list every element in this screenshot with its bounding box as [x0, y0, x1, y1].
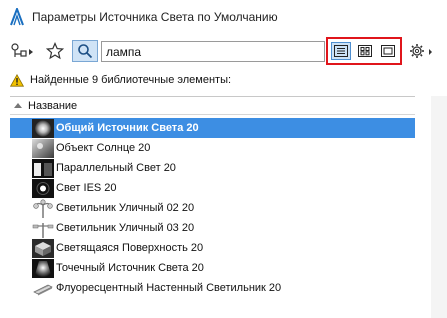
preview-view-button[interactable]: [378, 42, 398, 60]
street-lamp-03-icon: [32, 222, 54, 238]
settings-menu-button[interactable]: [405, 40, 439, 62]
icon-view-button[interactable]: [355, 42, 375, 60]
list-item[interactable]: Объект Солнце 20: [10, 138, 415, 158]
fluorescent-lamp-icon: [33, 284, 53, 295]
light-sphere-icon: [32, 118, 54, 138]
list-item-label: Светящаяся Поверхность 20: [56, 242, 204, 254]
column-header-name[interactable]: Название: [10, 97, 415, 115]
list-item-label: Точечный Источник Света 20: [56, 262, 204, 274]
hierarchy-icon: [11, 43, 33, 57]
list-item[interactable]: Светильник Уличный 02 20: [10, 198, 415, 218]
list-item[interactable]: Светящаяся Поверхность 20: [10, 238, 415, 258]
list-item[interactable]: Параллельный Свет 20: [10, 158, 415, 178]
search-input[interactable]: [101, 41, 325, 62]
list-item-label: Флуоресцентный Настенный Светильник 20: [56, 282, 282, 294]
toolbar: [0, 34, 447, 68]
list-item-label: Свет IES 20: [56, 182, 117, 194]
list-item-label: Светильник Уличный 03 20: [56, 222, 195, 234]
window-title: Параметры Источника Света по Умолчанию: [32, 10, 278, 24]
list-item[interactable]: Точечный Источник Света 20: [10, 258, 415, 278]
sort-ascending-icon: [14, 103, 22, 108]
archicad-logo-icon: [10, 8, 24, 26]
warning-icon: [10, 73, 24, 87]
list-item-label: Светильник Уличный 02 20: [56, 202, 195, 214]
search-toggle-button[interactable]: [72, 40, 98, 62]
ies-light-icon: [32, 178, 54, 198]
star-icon: [46, 42, 64, 60]
list-item[interactable]: Свет IES 20: [10, 178, 415, 198]
favorites-star-button[interactable]: [42, 40, 68, 62]
found-count-text: Найденные 9 библиотечные элементы:: [30, 74, 232, 86]
column-header-label: Название: [28, 99, 78, 112]
list-item[interactable]: Светильник Уличный 03 20: [10, 218, 415, 238]
search-icon: [78, 44, 93, 59]
parallel-light-icon: [32, 158, 54, 178]
list-item[interactable]: Общий Источник Света 20: [10, 118, 415, 138]
sun-object-icon: [32, 138, 54, 158]
favorites-menu-button[interactable]: [8, 40, 38, 62]
grid-view-icon: [358, 45, 372, 57]
list-scrollbar[interactable]: [431, 96, 447, 318]
street-lamp-02-icon: [33, 198, 53, 218]
list-view-icon: [334, 45, 348, 57]
search-result-status: Найденные 9 библиотечные элементы:: [10, 72, 231, 88]
gear-icon: [410, 44, 432, 58]
list-item[interactable]: Флуоресцентный Настенный Светильник 20: [10, 278, 415, 298]
list-item-label: Объект Солнце 20: [56, 142, 151, 154]
spot-light-icon: [32, 258, 54, 278]
title-bar: Параметры Источника Света по Умолчанию: [0, 0, 447, 34]
list-item-label: Параллельный Свет 20: [56, 162, 176, 174]
glowing-surface-icon: [32, 238, 54, 258]
list-view-button[interactable]: [331, 42, 351, 60]
library-item-list: Название Общий Источник Света 20 Объект …: [10, 96, 415, 318]
view-mode-group: [326, 37, 402, 65]
preview-view-icon: [381, 45, 395, 57]
list-item-label: Общий Источник Света 20: [56, 122, 199, 134]
